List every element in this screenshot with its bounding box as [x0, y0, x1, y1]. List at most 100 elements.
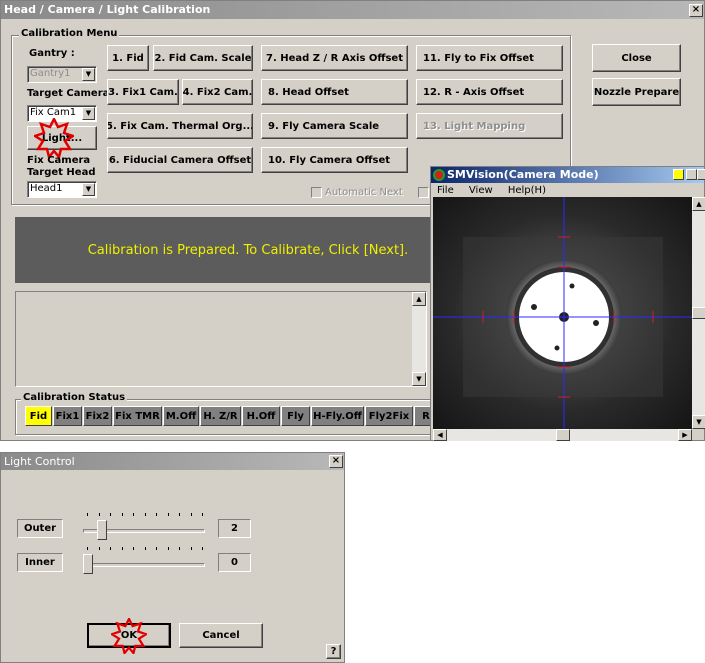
scroll-up-icon[interactable]: ▲ [412, 292, 426, 306]
chevron-down-icon: ▼ [82, 68, 95, 81]
fly-to-fix-offset-button[interactable]: 11. Fly to Fix Offset [416, 45, 563, 71]
scroll-down-icon[interactable]: ▼ [412, 372, 426, 386]
fly-camera-scale-label: 9. Fly Camera Scale [268, 120, 380, 132]
fly-camera-scale-button[interactable]: 9. Fly Camera Scale [261, 113, 408, 139]
highlight-burst-icon [111, 618, 147, 654]
slider-tick [156, 513, 157, 516]
calibration-status-title: Calibration Status [21, 392, 128, 403]
fix-cam-thermal-button[interactable]: 5. Fix Cam. Thermal Org... [107, 113, 253, 139]
status-m-off: M.Off [163, 406, 199, 426]
inner-label: Inner [25, 557, 55, 568]
fid-button-label: 1. Fid [112, 52, 144, 64]
log-scrollbar[interactable]: ▲ ▼ [412, 292, 426, 386]
inner-slider-track[interactable] [83, 563, 205, 567]
fid-cam-scale-label: 2. Fid Cam. Scale [154, 52, 252, 64]
calibration-titlebar[interactable]: Head / Camera / Light Calibration [1, 1, 704, 19]
fid-cam-scale-button[interactable]: 2. Fid Cam. Scale [153, 45, 253, 71]
close-window-icon[interactable]: × [329, 455, 343, 468]
close-window-icon[interactable]: × [689, 4, 703, 17]
menu-file[interactable]: File [437, 185, 454, 196]
target-head-select[interactable]: Head1 ▼ [27, 181, 97, 198]
fly-camera-offset-button[interactable]: 10. Fly Camera Offset [261, 147, 408, 173]
minimize-icon[interactable] [673, 169, 684, 180]
scroll-hthumb[interactable] [556, 429, 570, 441]
vision-hscrollbar[interactable]: ◀ ▶ [433, 429, 692, 441]
inner-value-box[interactable]: 0 [218, 553, 251, 572]
vision-titlebar[interactable]: SMVision(Camera Mode) [431, 167, 704, 183]
automatic-next-label: Automatic Next [325, 187, 403, 198]
fiducial-camera-offset-label: 6. Fiducial Camera Offset [108, 154, 252, 166]
status-label: H. Z/R [203, 410, 238, 422]
vision-title: SMVision(Camera Mode) [447, 168, 599, 181]
status-fly2fix: Fly2Fix [365, 406, 413, 426]
head-zr-axis-offset-button[interactable]: 7. Head Z / R Axis Offset [261, 45, 408, 71]
head-offset-button[interactable]: 8. Head Offset [261, 79, 408, 105]
outer-ticks [87, 513, 205, 517]
slider-tick [190, 513, 192, 516]
cancel-button[interactable]: Cancel [179, 623, 263, 648]
close-button[interactable]: Close [592, 44, 681, 72]
slider-tick [167, 513, 169, 516]
status-label: Fid [29, 410, 48, 422]
second-checkbox[interactable] [418, 187, 429, 198]
scroll-left-icon[interactable]: ◀ [433, 429, 447, 441]
calibration-title: Head / Camera / Light Calibration [4, 3, 211, 16]
log-listbox[interactable]: ▲ ▼ [15, 291, 427, 387]
target-camera-value: Fix Cam1 [30, 107, 77, 118]
slider-tick [144, 547, 146, 550]
chevron-down-icon[interactable]: ▼ [82, 183, 95, 196]
light-control-window: Light Control × Outer 2 Inner 0 OK Cance… [0, 452, 345, 663]
menu-help[interactable]: Help(H) [508, 185, 546, 196]
scroll-down-icon[interactable]: ▼ [692, 415, 705, 429]
light-control-titlebar[interactable]: Light Control [1, 453, 344, 470]
calibration-menu-title: Calibration Menu [19, 28, 120, 39]
gantry-select: Gantry1 ▼ [27, 66, 97, 83]
outer-slider-thumb[interactable] [97, 520, 107, 540]
fix2-cam-button[interactable]: 4. Fix2 Cam. [182, 79, 253, 105]
outer-value-box[interactable]: 2 [218, 519, 251, 538]
status-label: Fly [287, 410, 304, 422]
slider-tick [144, 513, 146, 516]
nozzle-prepare-button[interactable]: Nozzle Prepare [592, 78, 681, 106]
light-mapping-button: 13. Light Mapping [416, 113, 563, 139]
status-label: M.Off [165, 410, 197, 422]
slider-tick [167, 547, 169, 550]
fly-to-fix-offset-label: 11. Fly to Fix Offset [423, 52, 534, 64]
target-head-value: Head1 [30, 183, 63, 194]
slider-tick [156, 547, 157, 550]
status-h-fly-off: H-Fly.Off [311, 406, 364, 426]
restore-icon[interactable] [697, 169, 705, 180]
fiducial-camera-offset-button[interactable]: 6. Fiducial Camera Offset [107, 147, 253, 173]
head-offset-label: 8. Head Offset [268, 86, 349, 98]
fix-cam-thermal-label: 5. Fix Cam. Thermal Org... [107, 120, 253, 132]
maximize-icon[interactable] [686, 169, 697, 180]
vision-vscrollbar[interactable]: ▲ ▼ [692, 197, 705, 429]
fix1-cam-label: 3. Fix1 Cam. [108, 86, 178, 98]
automatic-next-checkbox[interactable] [311, 187, 322, 198]
scroll-thumb[interactable] [692, 307, 705, 319]
camera-view[interactable] [433, 197, 692, 429]
scroll-up-icon[interactable]: ▲ [692, 197, 705, 211]
slider-tick [179, 547, 180, 550]
slider-tick [202, 547, 203, 550]
calibration-message: Calibration is Prepared. To Calibrate, C… [87, 242, 409, 258]
slider-tick [190, 547, 192, 550]
inner-slider-thumb[interactable] [83, 554, 93, 574]
status-fix-tmr: Fix TMR [113, 406, 162, 426]
r-axis-offset-button[interactable]: 12. R - Axis Offset [416, 79, 563, 105]
calibration-message-panel: Calibration is Prepared. To Calibrate, C… [15, 217, 481, 283]
fix1-cam-button[interactable]: 3. Fix1 Cam. [107, 79, 179, 105]
chevron-down-icon[interactable]: ▼ [82, 107, 95, 120]
status-fly: Fly [281, 406, 310, 426]
slider-tick [98, 513, 100, 516]
gantry-label: Gantry : [29, 48, 75, 59]
scroll-right-icon[interactable]: ▶ [678, 429, 692, 441]
help-icon[interactable]: ? [326, 644, 341, 659]
slider-tick [110, 547, 111, 550]
target-camera-label: Target Camera [27, 88, 110, 99]
slider-tick [110, 513, 111, 516]
menu-view[interactable]: View [469, 185, 493, 196]
status-fid: Fid [25, 406, 52, 426]
fid-button[interactable]: 1. Fid [107, 45, 149, 71]
fix-camera-label: Fix Camera [27, 155, 91, 166]
